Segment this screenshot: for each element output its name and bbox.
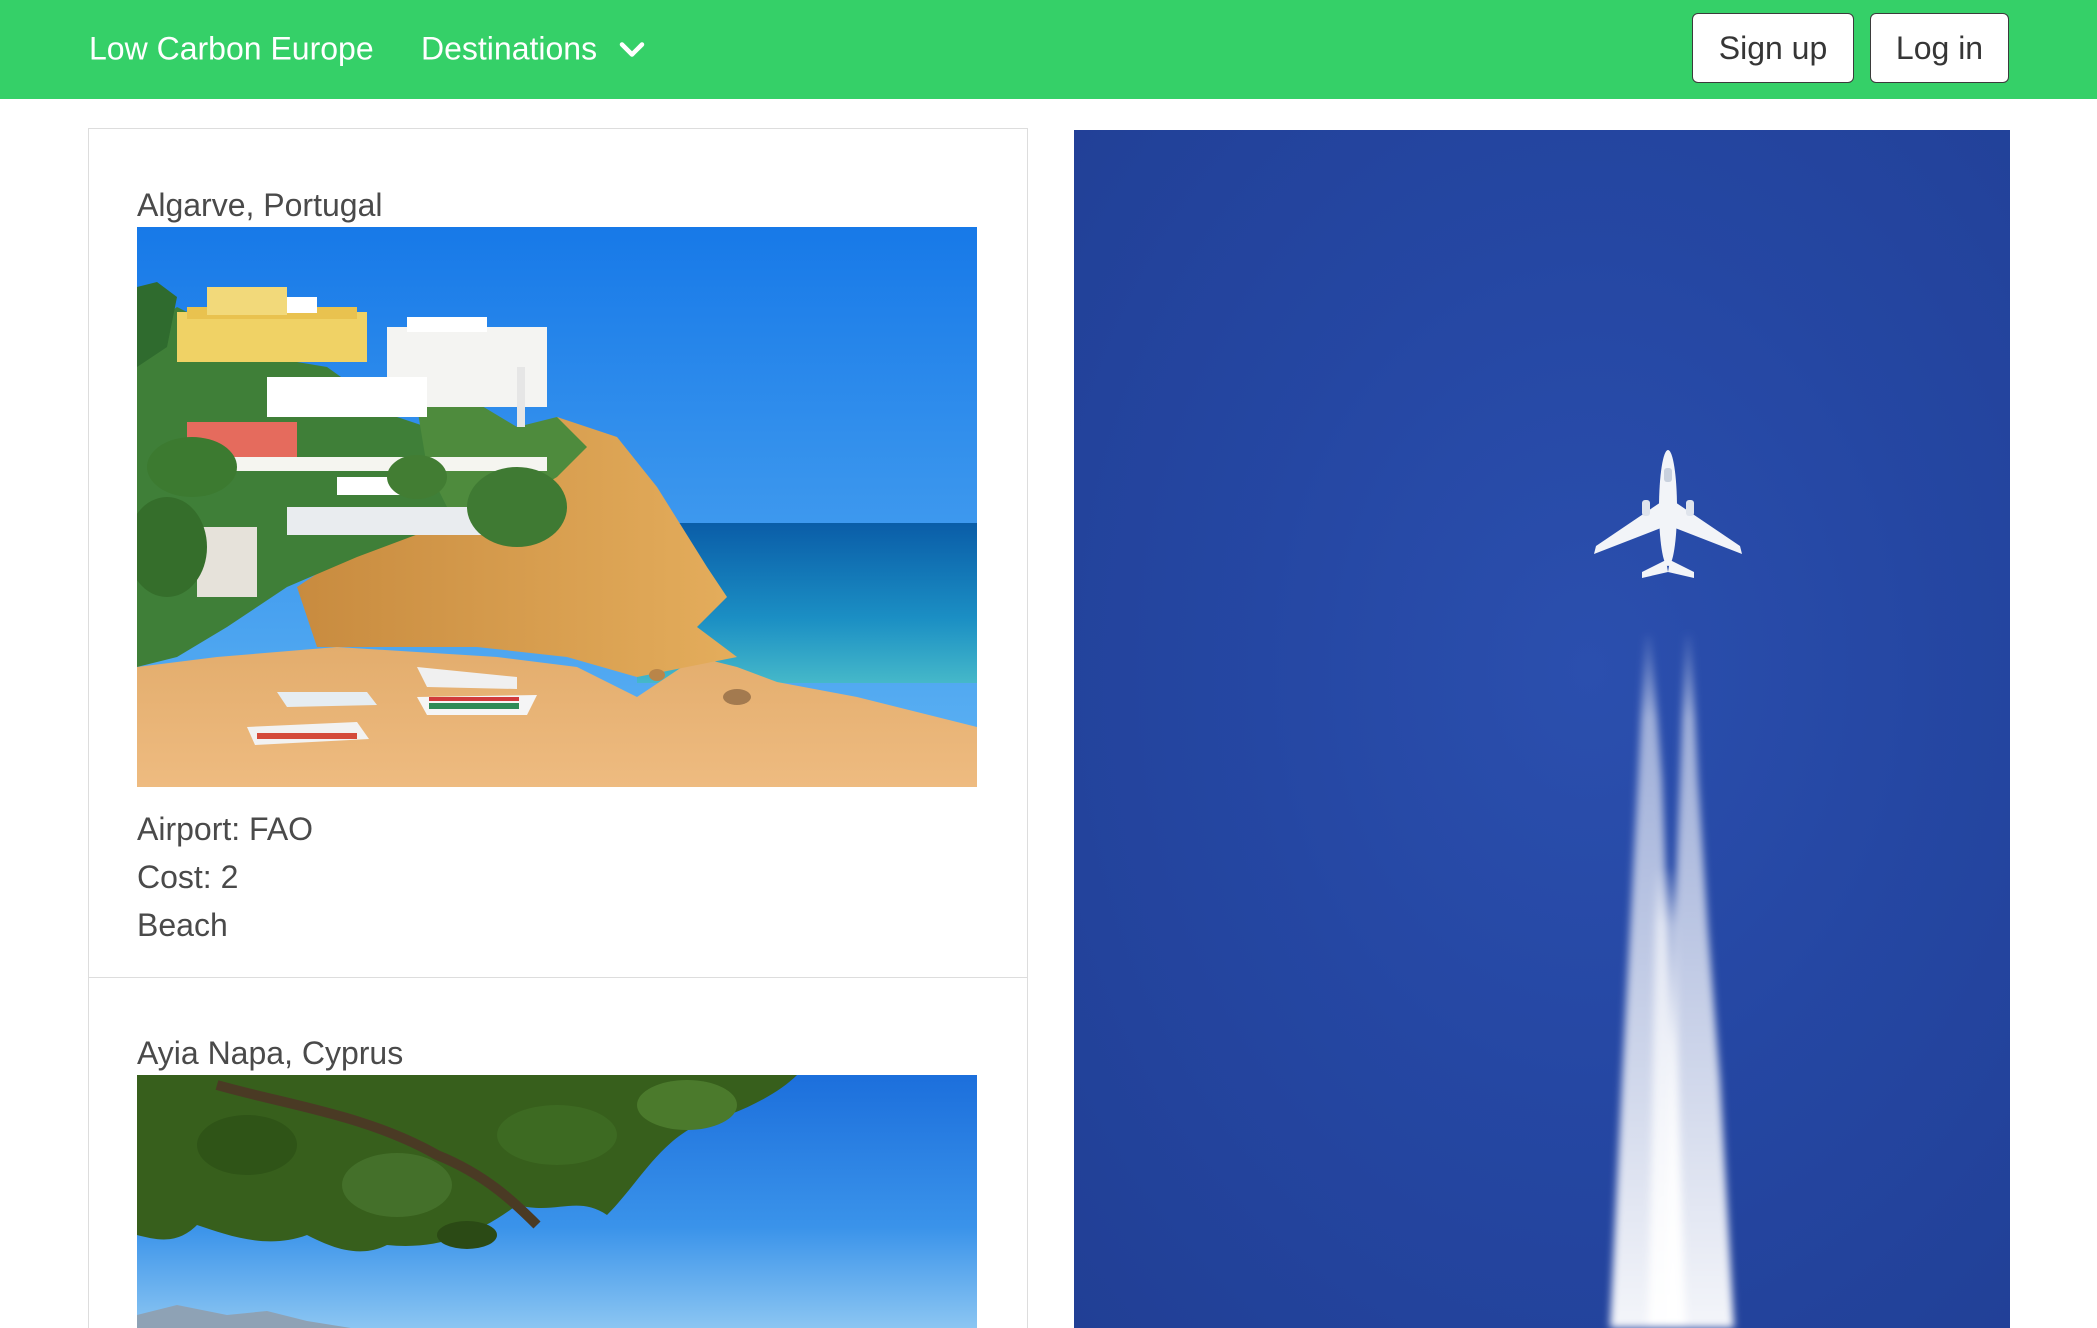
destinations-label: Destinations	[421, 30, 598, 67]
card-divider	[89, 977, 1027, 978]
chevron-down-icon	[619, 41, 645, 57]
contrails	[1610, 635, 1734, 1328]
signup-button[interactable]: Sign up	[1692, 13, 1854, 83]
airplane-icon	[1594, 450, 1742, 578]
cost-text: Cost: 2	[137, 859, 239, 895]
destination-title: Ayia Napa, Cyprus	[137, 1035, 404, 1071]
navbar: Low Carbon Europe Destinations Sign up L…	[0, 0, 2097, 99]
login-button[interactable]: Log in	[1870, 13, 2009, 83]
brand-link[interactable]: Low Carbon Europe	[89, 31, 374, 68]
airport-text: Airport: FAO	[137, 811, 314, 847]
destination-title: Algarve, Portugal	[137, 187, 383, 223]
destination-photo	[137, 227, 977, 787]
airplane-contrail-image	[1594, 450, 1742, 1328]
category-text: Beach	[137, 907, 228, 943]
destination-list: Algarve, Portugal Airport: FAO Cost: 2 B…	[88, 128, 1028, 1328]
destinations-dropdown[interactable]: Destinations	[421, 31, 645, 68]
destination-photo	[137, 1075, 977, 1328]
hero-image	[1074, 130, 2010, 1328]
